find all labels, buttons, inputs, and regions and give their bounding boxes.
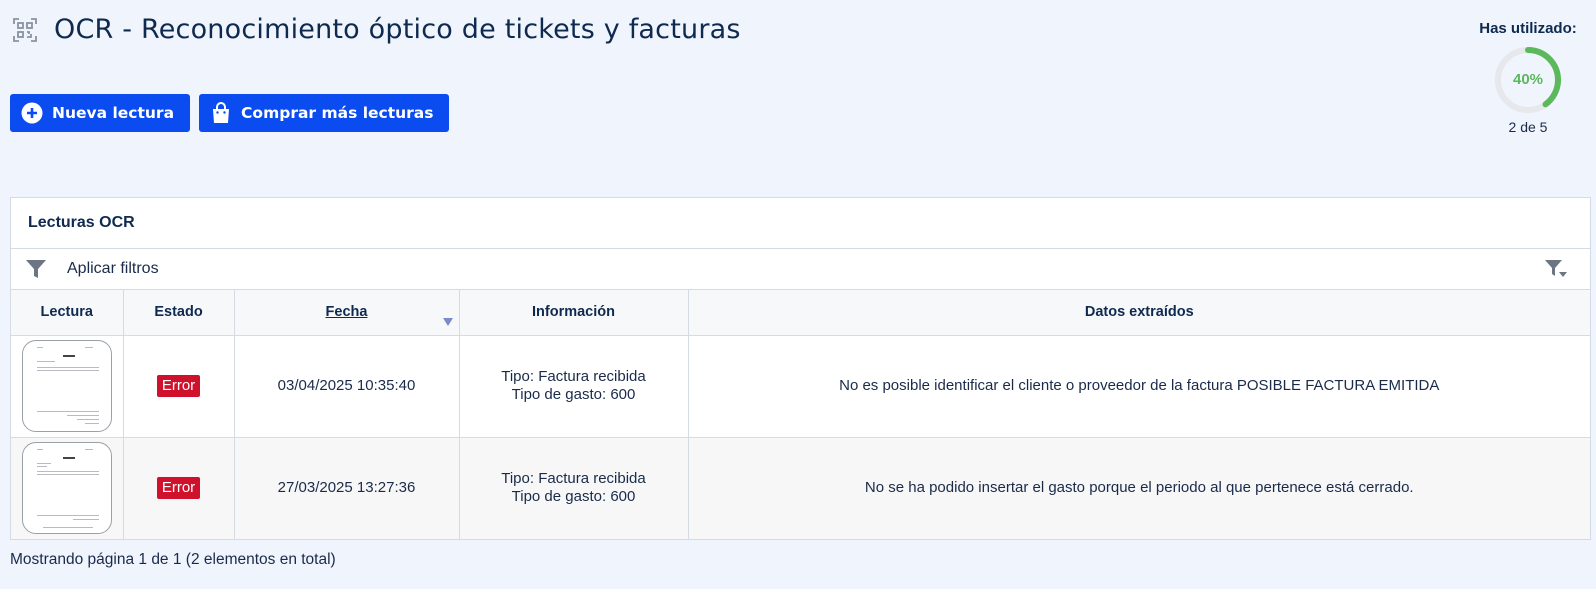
usage-percent: 40% bbox=[1512, 71, 1544, 88]
invoice-thumbnail[interactable] bbox=[21, 340, 112, 432]
gasto-text: Tipo de gasto: 600 bbox=[511, 386, 636, 403]
usage-gauge: 40% bbox=[1493, 45, 1563, 115]
lectura-cell bbox=[11, 437, 124, 539]
invoice-thumbnail[interactable] bbox=[21, 442, 112, 535]
buy-more-label: Comprar más lecturas bbox=[241, 104, 434, 122]
page-title: OCR - Reconocimiento óptico de tickets y… bbox=[54, 14, 741, 45]
datos-cell: No es posible identificar el cliente o p… bbox=[688, 335, 1590, 438]
sort-desc-icon bbox=[442, 317, 453, 326]
new-reading-button[interactable]: Nueva lectura bbox=[10, 94, 191, 132]
sort-fecha-link[interactable]: Fecha bbox=[326, 304, 368, 320]
panel-title: Lecturas OCR bbox=[11, 198, 1590, 249]
informacion-cell: Tipo: Factura recibida Tipo de gasto: 60… bbox=[459, 437, 689, 539]
plus-circle-icon bbox=[21, 102, 43, 124]
estado-cell: Error bbox=[123, 437, 235, 539]
buy-more-button[interactable]: Comprar más lecturas bbox=[199, 94, 450, 132]
apply-filters-label[interactable]: Aplicar filtros bbox=[67, 260, 159, 278]
action-bar: Nueva lectura Comprar más lecturas bbox=[10, 94, 450, 132]
column-header-estado: Estado bbox=[123, 290, 235, 336]
estado-cell: Error bbox=[123, 335, 235, 438]
shopping-bag-icon bbox=[213, 102, 230, 123]
informacion-cell: Tipo: Factura recibida Tipo de gasto: 60… bbox=[459, 335, 689, 438]
lectura-cell bbox=[11, 335, 124, 438]
filter-bar[interactable]: Aplicar filtros bbox=[11, 249, 1590, 290]
page-header: OCR - Reconocimiento óptico de tickets y… bbox=[12, 14, 741, 45]
table-row: Error 03/04/2025 10:35:40 Tipo: Factura … bbox=[11, 335, 1590, 438]
status-badge: Error bbox=[156, 477, 201, 500]
gasto-text: Tipo de gasto: 600 bbox=[511, 488, 636, 506]
tipo-text: Tipo: Factura recibida bbox=[501, 368, 646, 385]
column-header-fecha[interactable]: Fecha bbox=[234, 290, 460, 336]
filter-icon[interactable] bbox=[25, 258, 47, 280]
fecha-cell: 03/04/2025 10:35:40 bbox=[234, 335, 460, 438]
new-reading-label: Nueva lectura bbox=[52, 104, 175, 122]
table-row: Error 27/03/2025 13:27:36 Tipo: Factura … bbox=[11, 437, 1590, 539]
filter-dropdown-icon[interactable] bbox=[1544, 258, 1568, 280]
column-header-informacion: Información bbox=[459, 290, 689, 336]
usage-title: Has utilizado: bbox=[1479, 20, 1577, 37]
fecha-cell: 27/03/2025 13:27:36 bbox=[234, 437, 460, 539]
ocr-scan-icon bbox=[13, 17, 37, 42]
column-header-lectura: Lectura bbox=[11, 290, 124, 336]
tipo-text: Tipo: Factura recibida bbox=[501, 470, 646, 488]
usage-widget: Has utilizado: 40% 2 de 5 bbox=[1478, 20, 1578, 135]
column-header-datos: Datos extraídos bbox=[688, 290, 1590, 336]
pagination-info: Mostrando página 1 de 1 (2 elementos en … bbox=[10, 551, 336, 568]
status-badge: Error bbox=[156, 375, 201, 397]
ocr-readings-table: Lectura Estado Fecha Información Datos e… bbox=[11, 290, 1590, 539]
usage-count: 2 de 5 bbox=[1508, 119, 1548, 135]
datos-cell: No se ha podido insertar el gasto porque… bbox=[688, 437, 1590, 539]
table-header-row: Lectura Estado Fecha Información Datos e… bbox=[11, 290, 1590, 336]
ocr-readings-panel: Lecturas OCR Aplicar filtros Lectura Est… bbox=[10, 197, 1591, 540]
